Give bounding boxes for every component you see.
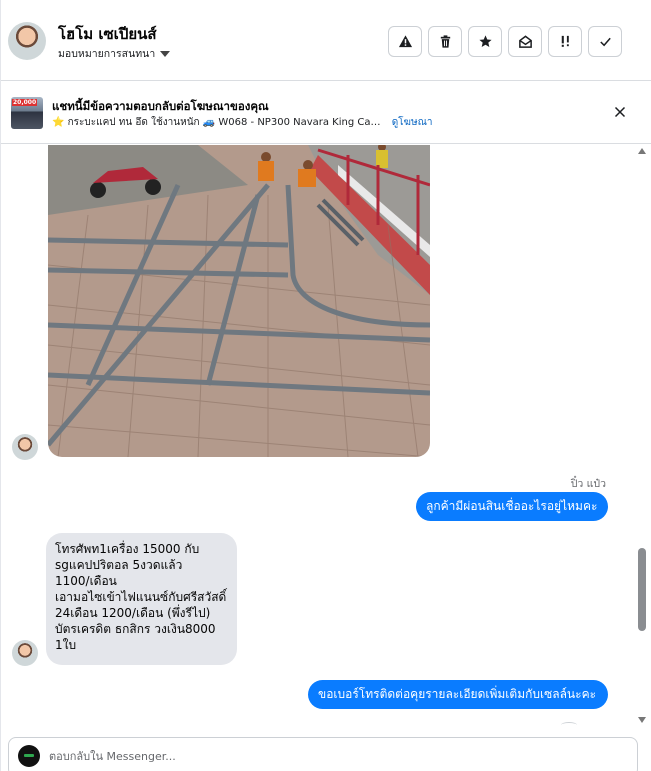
contact-name[interactable]: โฮโม เซเปียนส์ (58, 22, 157, 46)
reply-input[interactable] (49, 746, 609, 766)
star-icon (478, 35, 492, 47)
follow-up-icon (561, 35, 569, 47)
header-actions (388, 26, 622, 57)
sender-name: ปิ๋ว แป๋ว (570, 478, 606, 490)
ad-banner-subtitle: ⭐ กระบะแคป ทน อึด ใช้งานหนัก 🚙 W068 - NP… (52, 115, 432, 130)
page-avatar (18, 745, 40, 767)
assign-conversation-label: มอบหมายการสนทนา (58, 48, 156, 60)
conversation-header: โฮโม เซเปียนส์ มอบหมายการสนทนา (1, 0, 651, 81)
mark-done-button[interactable] (588, 26, 622, 57)
ad-reply-banner: 20,000 แชทนี้มีข้อความตอบกลับต่อโฆษณาของ… (1, 82, 651, 144)
scroll-up-arrow-icon[interactable] (638, 148, 646, 154)
thread-scrollbar[interactable] (637, 148, 647, 723)
ad-thumbnail[interactable]: 20,000 (11, 97, 43, 129)
seen-indicator (561, 722, 577, 728)
construction-photo (48, 145, 430, 457)
caret-down-icon (160, 50, 171, 57)
mark-unread-icon (518, 35, 532, 48)
message-thread: ปิ๋ว แป๋ว ลูกค้ามีผ่อนสินเชื่ออะไรอยู่ไห… (1, 145, 651, 727)
scroll-down-arrow-icon[interactable] (638, 717, 646, 723)
warning-icon (398, 35, 412, 48)
messenger-conversation-panel: โฮโม เซเปียนส์ มอบหมายการสนทนา 20,000 แช… (0, 0, 651, 771)
mark-unread-button[interactable] (508, 26, 542, 57)
check-icon (599, 37, 611, 47)
follow-up-button[interactable] (548, 26, 582, 57)
contact-avatar-small[interactable] (12, 434, 38, 460)
message-bubble-incoming[interactable]: โทรศัพท1เครื่อง 15000 กับ sgแคปปริตอล 5ง… (46, 533, 237, 665)
reply-composer (8, 737, 638, 771)
report-spam-button[interactable] (388, 26, 422, 57)
trash-icon (440, 35, 450, 48)
delete-button[interactable] (428, 26, 462, 57)
ad-banner-title: แชทนี้มีข้อความตอบกลับต่อโฆษณาของคุณ (52, 99, 269, 113)
ad-description: ⭐ กระบะแคป ทน อึด ใช้งานหนัก 🚙 W068 - NP… (52, 117, 381, 128)
close-icon[interactable] (612, 104, 628, 120)
view-ad-link[interactable]: ดูโฆษณา (392, 117, 433, 128)
scrollbar-thumb[interactable] (638, 548, 646, 631)
contact-avatar[interactable] (8, 22, 46, 60)
contact-avatar-small[interactable] (12, 640, 38, 666)
message-bubble-outgoing[interactable]: ขอเบอร์โทรติดต่อคุยรายละเอียดเพิ่มเติมกั… (308, 680, 608, 709)
image-attachment[interactable] (48, 145, 430, 457)
message-bubble-outgoing[interactable]: ลูกค้ามีผ่อนสินเชื่ออะไรอยู่ไหมคะ (416, 492, 608, 521)
assign-conversation-dropdown[interactable]: มอบหมายการสนทนา (58, 45, 171, 62)
star-button[interactable] (468, 26, 502, 57)
ad-thumbnail-tag: 20,000 (12, 99, 38, 106)
